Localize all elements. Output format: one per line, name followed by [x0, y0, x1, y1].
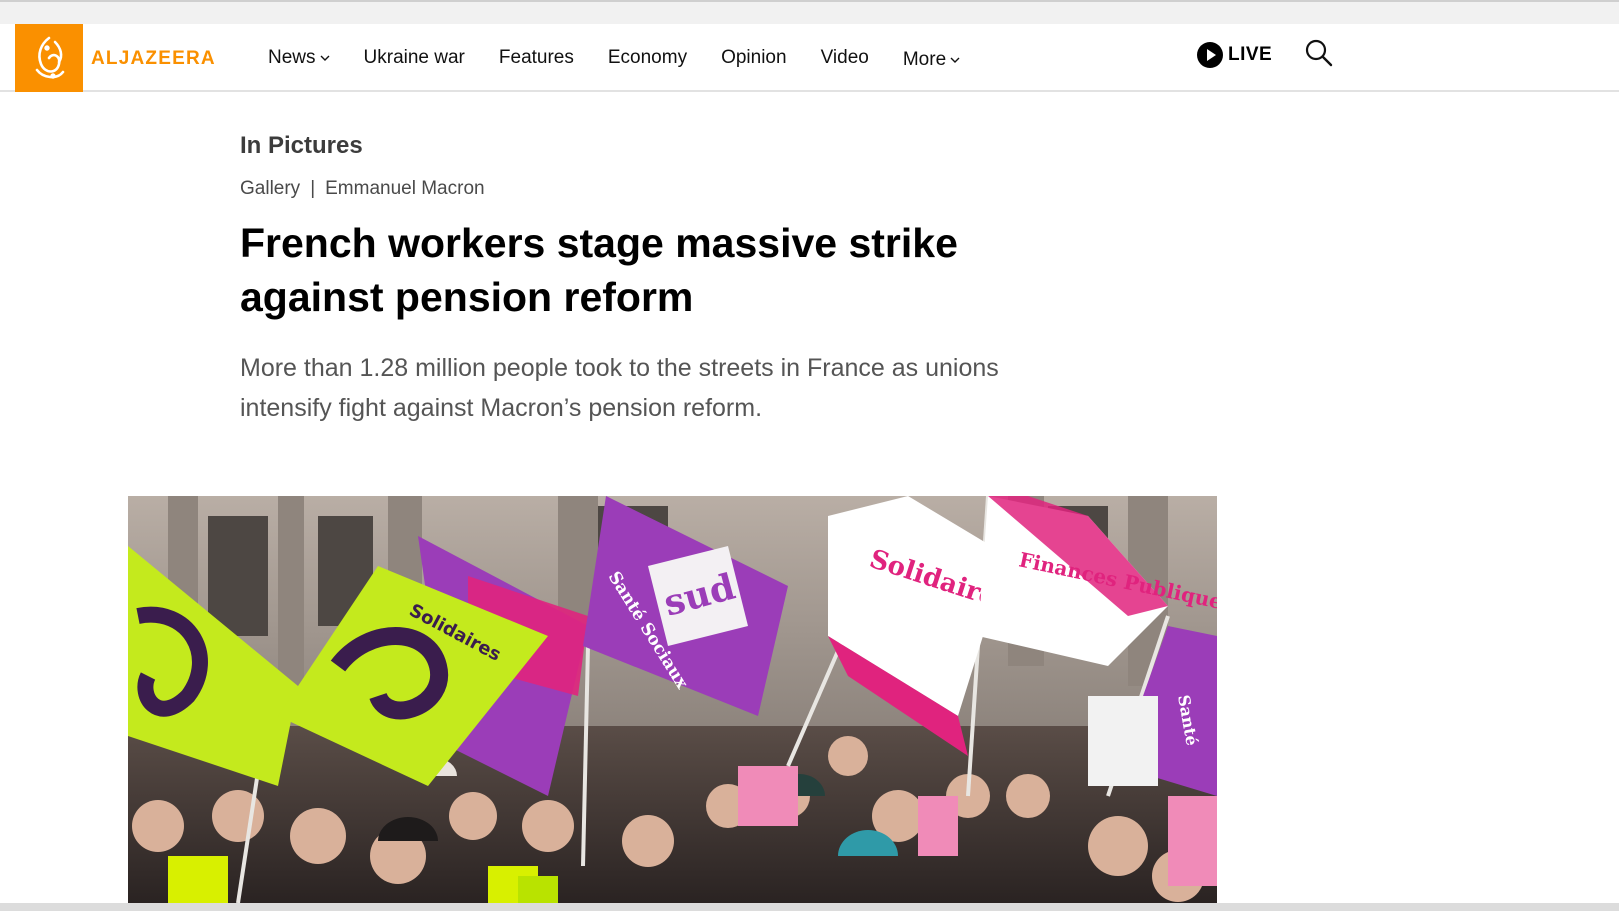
white-banner [1088, 696, 1158, 786]
nav-item-label: Opinion [721, 47, 787, 68]
live-label: LIVE [1228, 44, 1273, 65]
article-tags: Gallery | Emmanuel Macron [240, 178, 485, 200]
search-button[interactable] [1304, 38, 1334, 73]
chevron-down-icon [950, 57, 960, 63]
nav-item-opinion[interactable]: Opinion [721, 47, 787, 69]
article-headline: French workers stage massive strike agai… [240, 220, 958, 320]
nav-item-label: News [268, 47, 316, 68]
site-header: ALJAZEERA News Ukraine war Features Econ… [0, 24, 1619, 92]
protest-photo: Solidaires sud Santé Sociaux Solidaires … [128, 496, 1217, 903]
browser-top-strip [0, 0, 1619, 24]
tag-emmanuel-macron[interactable]: Emmanuel Macron [325, 178, 484, 199]
nav-item-economy[interactable]: Economy [608, 47, 687, 69]
nav-item-news[interactable]: News [268, 47, 330, 69]
nav-item-features[interactable]: Features [499, 47, 574, 69]
nav-item-label: Video [820, 47, 869, 68]
crowd [128, 726, 1217, 903]
nav-item-label: Economy [607, 47, 688, 68]
nav-item-label: More [902, 49, 947, 70]
nav-item-label: Ukraine war [363, 47, 465, 68]
browser-bottom-strip [0, 903, 1619, 911]
brand-name[interactable]: ALJAZEERA [91, 48, 216, 70]
search-icon [1305, 39, 1333, 67]
section-label[interactable]: In Pictures [240, 132, 363, 160]
nav-item-video[interactable]: Video [821, 47, 869, 69]
aljazeera-calligraphy-icon [35, 36, 65, 79]
aljazeera-logo[interactable] [15, 24, 83, 92]
hero-image[interactable]: Solidaires sud Santé Sociaux Solidaires … [128, 496, 1217, 903]
chevron-down-icon [320, 55, 330, 61]
nav-item-label: Features [498, 47, 574, 68]
live-button[interactable]: LIVE [1196, 41, 1272, 69]
article-subhead: More than 1.28 million people took to th… [240, 354, 999, 422]
nav-item-more[interactable]: More [903, 49, 960, 71]
main-nav: News Ukraine war Features Economy Opinio… [268, 24, 994, 92]
tag-gallery[interactable]: Gallery [240, 178, 300, 199]
tag-separator: | [310, 178, 316, 199]
nav-item-ukraine-war[interactable]: Ukraine war [364, 47, 465, 69]
play-circle-icon [1197, 42, 1223, 68]
